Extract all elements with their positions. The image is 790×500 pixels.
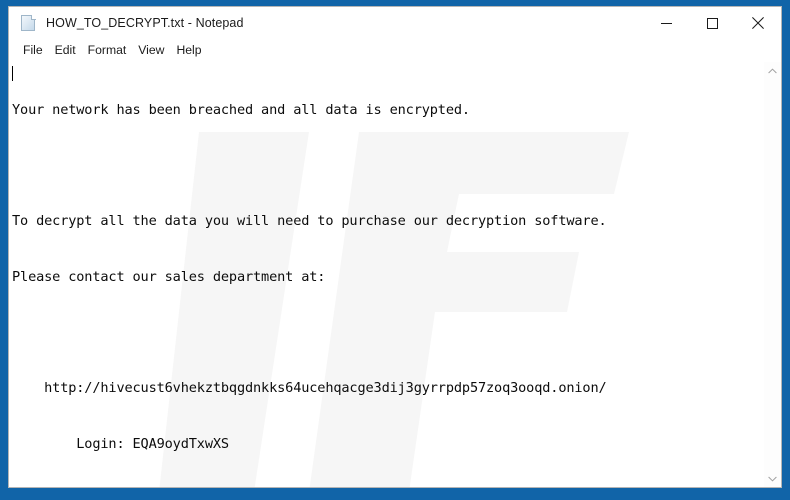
chevron-up-icon xyxy=(768,68,777,73)
maximize-icon xyxy=(706,17,718,29)
maximize-button[interactable] xyxy=(689,7,735,39)
menu-item-view[interactable]: View xyxy=(132,42,170,59)
editor-area: Your network has been breached and all d… xyxy=(9,61,781,487)
window-title: HOW_TO_DECRYPT.txt - Notepad xyxy=(46,16,244,30)
text-caret xyxy=(12,66,13,81)
scroll-down-button[interactable] xyxy=(764,470,781,487)
text-line-portal-url: http://hivecust6vhekztbqgdnkks64ucehqacg… xyxy=(12,380,607,397)
text-line xyxy=(12,324,763,343)
scrollbar-track[interactable] xyxy=(764,79,781,470)
text-line xyxy=(12,157,763,176)
notepad-window: HOW_TO_DECRYPT.txt - Notepad File Edit F… xyxy=(8,6,782,488)
menu-item-file[interactable]: File xyxy=(17,42,49,59)
menu-item-edit[interactable]: Edit xyxy=(49,42,82,59)
window-controls xyxy=(643,7,781,39)
close-button[interactable] xyxy=(735,7,781,39)
title-bar-left: HOW_TO_DECRYPT.txt - Notepad xyxy=(9,14,244,32)
note-text: Your network has been breached and all d… xyxy=(9,62,763,487)
minimize-icon xyxy=(660,22,672,24)
menu-item-format[interactable]: Format xyxy=(82,42,133,59)
notepad-document-icon xyxy=(20,14,37,32)
close-icon xyxy=(752,17,764,29)
text-line: Your network has been breached and all d… xyxy=(12,102,470,119)
vertical-scrollbar[interactable] xyxy=(763,62,781,487)
text-line: Please contact our sales department at: xyxy=(12,269,326,286)
text-editor[interactable]: Your network has been breached and all d… xyxy=(9,62,763,487)
menu-item-help[interactable]: Help xyxy=(170,42,207,59)
minimize-button[interactable] xyxy=(643,7,689,39)
text-line: To decrypt all the data you will need to… xyxy=(12,213,607,230)
title-bar[interactable]: HOW_TO_DECRYPT.txt - Notepad xyxy=(9,7,781,39)
desktop-background: HOW_TO_DECRYPT.txt - Notepad File Edit F… xyxy=(0,0,790,500)
scroll-up-button[interactable] xyxy=(764,62,781,79)
chevron-down-icon xyxy=(768,476,777,481)
text-line-login: Login: EQA9oydTxwXS xyxy=(12,435,229,452)
menu-bar: File Edit Format View Help xyxy=(9,39,781,61)
